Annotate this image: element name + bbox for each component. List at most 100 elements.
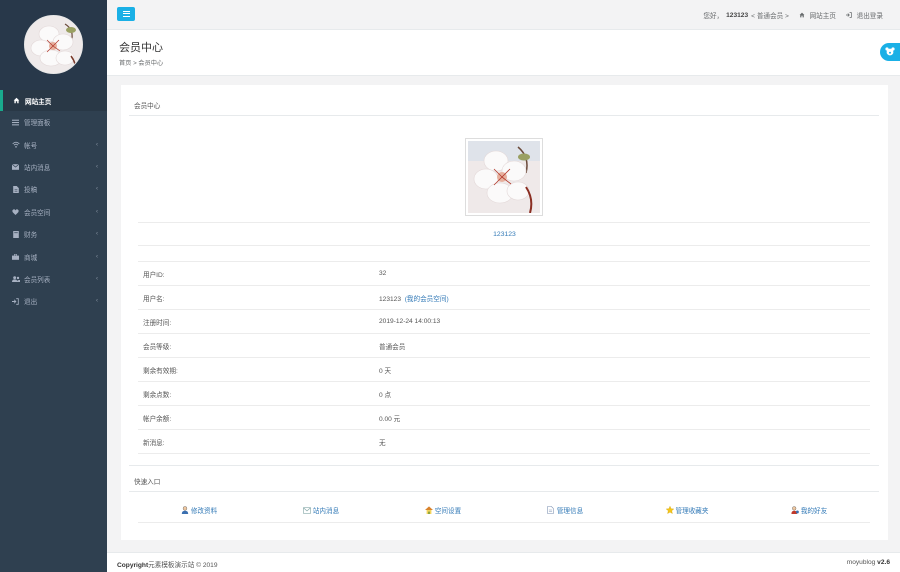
sidebar-item-logout[interactable]: 退出 ‹	[0, 290, 107, 312]
theme-settings-button[interactable]	[880, 43, 900, 61]
info-row-validity: 剩余有效期: 0 天	[138, 357, 870, 381]
sidebar-item-messages[interactable]: 站内消息 ‹	[0, 156, 107, 178]
sidebar-item-home[interactable]: 网站主页	[0, 90, 107, 111]
sidebar-item-label: 退出	[24, 299, 38, 307]
quick-link-label: 空间设置	[434, 508, 462, 515]
info-label: 帐户余额:	[143, 415, 172, 423]
sidebar-item-account[interactable]: 帐号 ‹	[0, 133, 107, 155]
avatar[interactable]	[24, 15, 83, 74]
info-label: 会员等级:	[143, 343, 172, 351]
info-label: 新消息:	[143, 439, 165, 447]
envelope-icon	[11, 163, 20, 171]
top-navbar: 您好， 123123 < 普通会员 > 网站主页 退出登录	[107, 0, 900, 30]
info-label: 剩余点数:	[143, 391, 172, 399]
bear-icon	[885, 46, 895, 58]
brand-name: moyublog	[846, 559, 876, 566]
document-icon	[547, 506, 555, 514]
member-space-link[interactable]: (我的会员空间)	[405, 296, 449, 303]
quick-link-edit-profile[interactable]: 修改资料	[138, 503, 260, 517]
greeting-text: 您好，	[703, 13, 724, 20]
friends-icon	[791, 506, 799, 514]
user-level: < 普通会员 >	[751, 13, 789, 20]
home-link-label: 网站主页	[809, 13, 836, 20]
sidebar-item-shop[interactable]: 商城 ‹	[0, 245, 107, 267]
quick-link-label: 站内消息	[312, 508, 340, 515]
sidebar-item-label: 管理面板	[24, 120, 51, 128]
chevron-left-icon: ‹	[96, 275, 98, 282]
users-icon	[11, 275, 20, 283]
info-row-points: 剩余点数: 0 点	[138, 381, 870, 405]
quick-link-label: 管理信息	[556, 508, 584, 515]
home-link[interactable]: 网站主页	[799, 10, 836, 20]
signout-icon	[845, 12, 854, 20]
chevron-left-icon: ‹	[96, 231, 98, 238]
chevron-left-icon: ‹	[96, 141, 98, 148]
home-icon	[12, 97, 21, 105]
sidebar-item-label: 商城	[24, 254, 38, 262]
info-value: 2019-12-24 14:00:13	[379, 318, 441, 325]
quick-links-title: 快速入口	[129, 465, 879, 492]
info-row-new-messages: 新消息: 无	[138, 429, 870, 453]
info-row-username: 用户名: 123123 (我的会员空间)	[138, 285, 870, 309]
quick-link-friends[interactable]: 我的好友	[748, 503, 870, 517]
chevron-left-icon: ‹	[96, 208, 98, 215]
sidebar-item-submit[interactable]: 投稿 ‹	[0, 178, 107, 200]
logout-link-label: 退出登录	[856, 13, 883, 20]
info-row-member-level: 会员等级: 普通会员	[138, 333, 870, 357]
member-center-panel: 会员中心 123123 用户ID: 32 用户名: 123123 (我的会员空间…	[121, 85, 888, 540]
footer: Copyright元素模板演示站 © 2019 moyublog v2.6	[107, 552, 900, 572]
menu-toggle-button[interactable]	[117, 7, 135, 21]
book-icon	[11, 230, 20, 238]
house-icon	[424, 506, 433, 514]
copyright-label: Copyright	[117, 562, 149, 569]
sidebar-profile	[0, 0, 107, 90]
sidebar-item-finance[interactable]: 财务 ‹	[0, 223, 107, 245]
info-label: 用户ID:	[143, 271, 165, 279]
sidebar-item-label: 网站主页	[25, 98, 52, 106]
sidebar-item-dashboard[interactable]: 管理面板	[0, 111, 107, 133]
divider	[138, 453, 870, 454]
profile-username-link[interactable]: 123123	[121, 231, 888, 238]
info-label: 注册时间:	[143, 319, 172, 327]
version-info: moyublog v2.6	[847, 559, 890, 566]
info-row-balance: 帐户余额: 0.00 元	[138, 405, 870, 429]
panel-title: 会员中心	[129, 85, 879, 116]
quick-link-label: 修改资料	[190, 508, 218, 515]
info-row-user-id: 用户ID: 32	[138, 261, 870, 285]
sidebar-item-member-list[interactable]: 会员列表 ‹	[0, 268, 107, 290]
profile-avatar[interactable]	[465, 138, 543, 216]
page-header: 会员中心 首页 > 会员中心	[107, 30, 900, 76]
quick-link-label: 我的好友	[800, 508, 828, 515]
chevron-left-icon: ‹	[96, 186, 98, 193]
sidebar-item-label: 财务	[24, 232, 38, 240]
list-icon	[11, 118, 20, 126]
sidebar-item-member-space[interactable]: 会员空间 ‹	[0, 201, 107, 223]
divider	[138, 522, 870, 523]
page-title: 会员中心	[119, 42, 163, 54]
sidebar-item-label: 会员列表	[24, 276, 51, 284]
breadcrumb[interactable]: 首页 > 会员中心	[119, 58, 163, 67]
top-user-bar: 您好， 123123 < 普通会员 > 网站主页 退出登录	[703, 10, 883, 21]
quick-link-manage-info[interactable]: 管理信息	[504, 503, 626, 517]
info-row-register-time: 注册时间: 2019-12-24 14:00:13	[138, 309, 870, 333]
mail-icon	[302, 506, 311, 514]
sidebar-item-label: 帐号	[24, 142, 38, 150]
chevron-left-icon: ‹	[96, 298, 98, 305]
info-label: 剩余有效期:	[143, 367, 178, 375]
hamburger-icon	[122, 11, 130, 17]
divider	[138, 245, 870, 246]
sidebar-item-label: 会员空间	[24, 209, 51, 217]
info-value: 普通会员	[379, 343, 406, 351]
info-value: 0.00 元	[379, 415, 401, 423]
top-username: 123123	[726, 11, 749, 19]
quick-link-space-settings[interactable]: 空间设置	[382, 503, 504, 517]
chevron-left-icon: ‹	[96, 253, 98, 260]
logout-link[interactable]: 退出登录	[845, 10, 883, 20]
sidebar-item-label: 站内消息	[24, 164, 51, 172]
sidebar-item-label: 投稿	[24, 187, 38, 195]
quick-link-messages[interactable]: 站内消息	[260, 503, 382, 517]
info-value: 无	[379, 439, 386, 447]
info-value: 0 天	[379, 367, 392, 375]
heart-icon	[11, 208, 20, 216]
quick-link-favorites[interactable]: 管理收藏夹	[626, 503, 748, 517]
